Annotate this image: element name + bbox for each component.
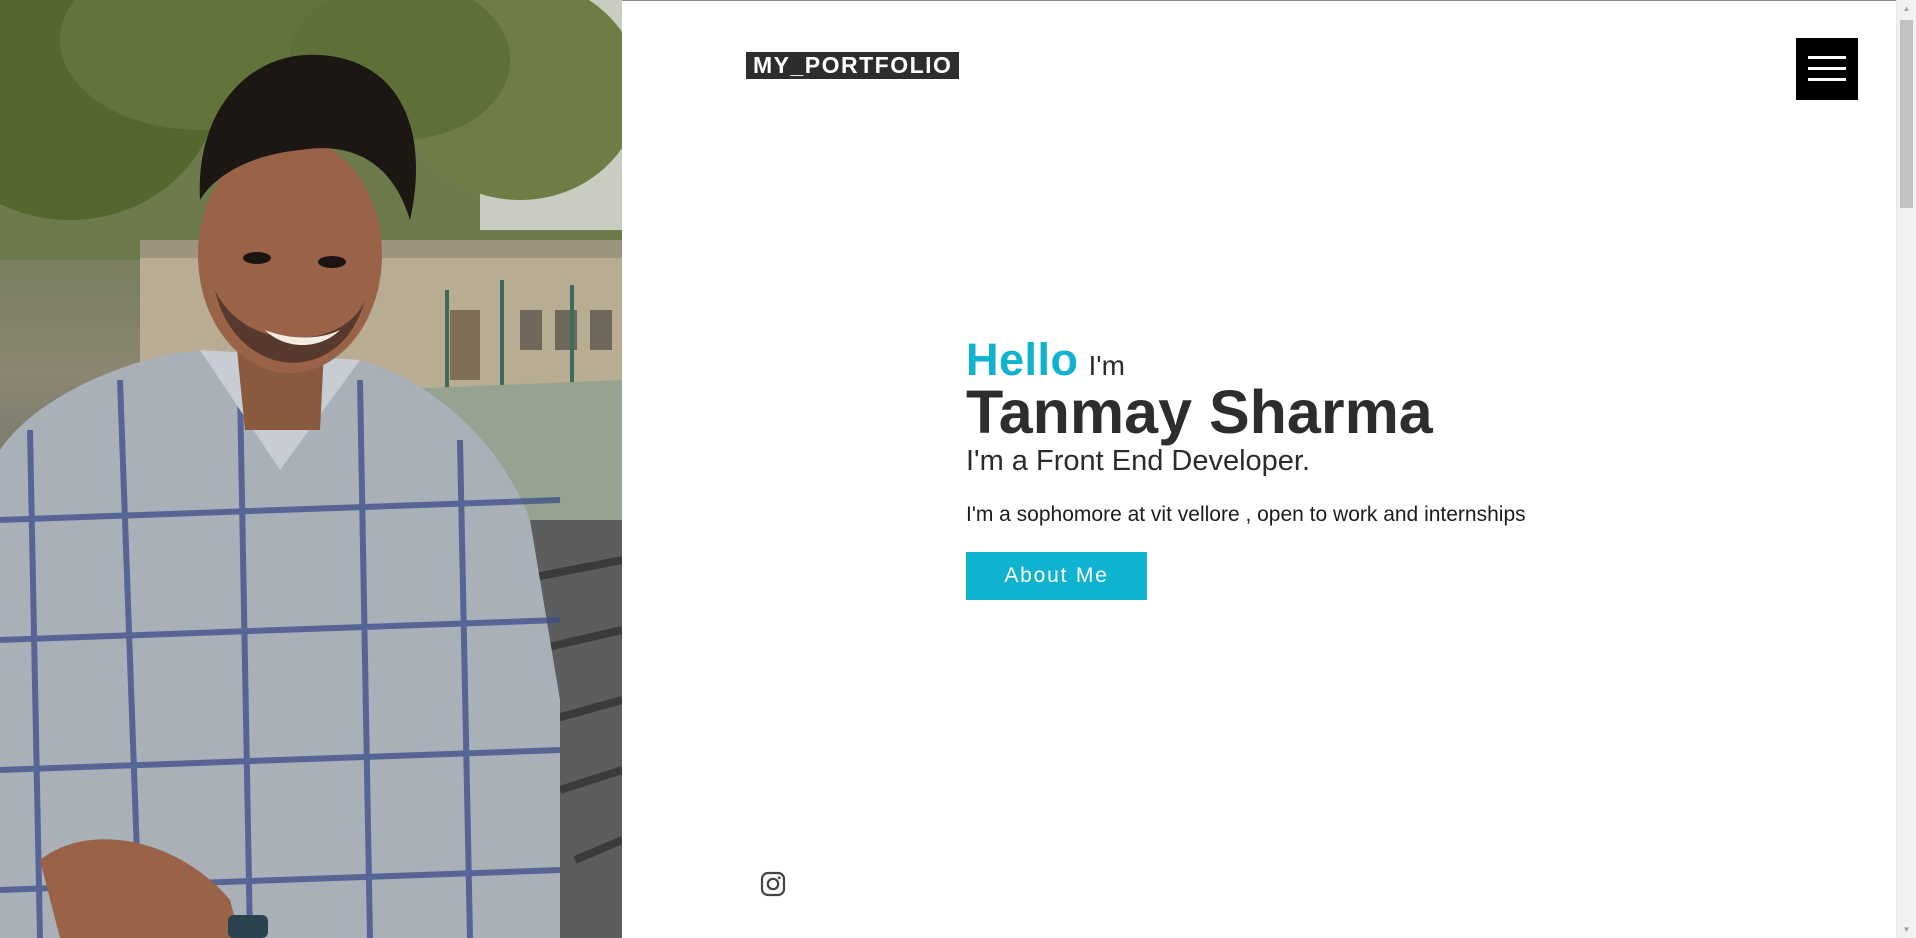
- hero-section: Hello I'm Tanmay Sharma I'm a Front End D…: [966, 334, 1726, 600]
- vertical-scrollbar[interactable]: ▲ ▼: [1896, 0, 1916, 938]
- hero-description: I'm a sophomore at vit vellore , open to…: [966, 503, 1526, 526]
- hero-role: I'm a Front End Developer.: [966, 445, 1311, 477]
- hamburger-menu-icon[interactable]: [1796, 38, 1858, 100]
- instagram-icon[interactable]: [760, 871, 786, 897]
- scroll-thumb[interactable]: [1900, 20, 1913, 208]
- im-text: I'm: [1088, 350, 1125, 381]
- top-border: [622, 0, 1916, 1]
- scroll-up-arrow-icon[interactable]: ▲: [1897, 0, 1916, 17]
- site-logo[interactable]: MY_PORTFOLIO: [746, 52, 960, 79]
- menu-bar: [1808, 56, 1846, 59]
- about-me-button[interactable]: About Me: [966, 552, 1147, 600]
- menu-bar: [1808, 67, 1846, 70]
- menu-bar: [1808, 78, 1846, 81]
- scroll-down-arrow-icon[interactable]: ▼: [1897, 921, 1916, 938]
- hero-name: Tanmay Sharma: [966, 378, 1433, 446]
- profile-photo: [0, 0, 622, 938]
- greeting: Hello I'm: [966, 334, 1726, 385]
